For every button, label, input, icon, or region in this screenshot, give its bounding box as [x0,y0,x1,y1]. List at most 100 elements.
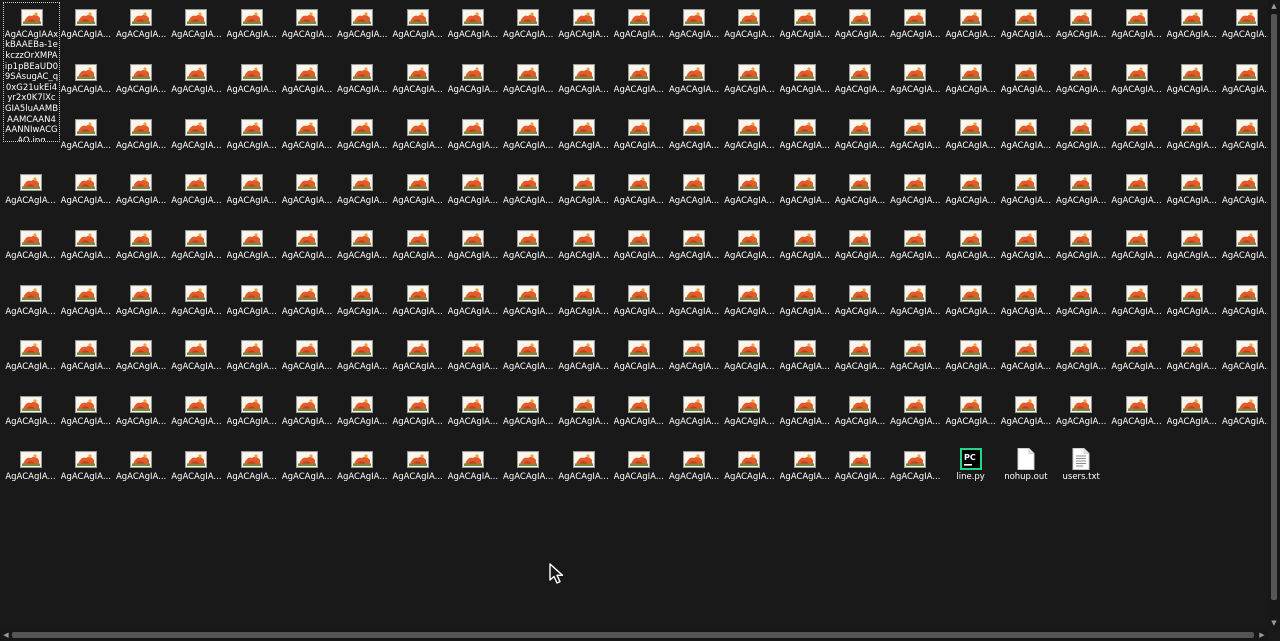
file-item[interactable]: AgACAgIA... [169,334,224,388]
file-item[interactable]: AgACAgIA... [667,168,722,222]
file-item[interactable]: AgACAgIA... [888,57,943,111]
file-item[interactable]: AgACAgIA... [556,334,611,388]
file-item[interactable]: AgACAgIA... [667,389,722,443]
file-item[interactable]: nohup.out [998,444,1053,498]
file-item[interactable]: AgACAgIA... [501,334,556,388]
file-item[interactable]: AgACAgIA... [556,279,611,333]
file-item[interactable]: AgACAgIA... [722,168,777,222]
file-item[interactable]: AgACAgIA... [280,334,335,388]
file-item[interactable]: AgACAgIA... [777,279,832,333]
file-item[interactable]: AgACAgIA... [998,168,1053,222]
file-item[interactable]: AgACAgIA... [556,57,611,111]
vertical-scroll-thumb[interactable] [1271,14,1277,600]
file-item[interactable]: AgACAgIA... [722,2,777,56]
file-item[interactable]: AgACAgIA... [335,57,390,111]
file-item[interactable]: AgACAgIA... [335,113,390,167]
file-item[interactable]: AgACAgIA... [943,223,998,277]
file-item[interactable]: AgACAgIA... [58,334,113,388]
file-item[interactable]: AgACAgIA... [58,57,113,111]
file-item[interactable]: AgACAgIA... [1220,113,1275,167]
file-item[interactable]: AgACAgIA... [611,389,666,443]
file-item[interactable]: AgACAgIA... [501,223,556,277]
file-item[interactable]: AgACAgIA... [335,168,390,222]
file-item[interactable]: AgACAgIA... [390,113,445,167]
file-item[interactable]: AgACAgIA... [1109,334,1164,388]
file-item[interactable]: AgACAgIA... [1164,168,1219,222]
file-item[interactable]: AgACAgIA... [224,334,279,388]
file-item[interactable]: AgACAgIA... [224,168,279,222]
file-item[interactable]: AgACAgIA... [114,279,169,333]
scroll-down-arrow-icon[interactable]: ▼ [1268,617,1280,629]
file-item[interactable]: AgACAgIA... [114,113,169,167]
file-item[interactable]: AgACAgIA... [224,223,279,277]
file-item[interactable]: AgACAgIA... [224,389,279,443]
file-item[interactable]: AgACAgIA... [556,168,611,222]
file-item[interactable] [3,57,58,111]
file-item[interactable]: AgACAgIA... [445,279,500,333]
file-item[interactable]: AgACAgIA... [556,389,611,443]
file-item[interactable]: AgACAgIA... [998,2,1053,56]
file-item[interactable]: AgACAgIA... [943,168,998,222]
file-item[interactable]: AgACAgIA... [169,223,224,277]
file-item[interactable]: AgACAgIA... [998,279,1053,333]
file-item[interactable]: AgACAgIA... [58,444,113,498]
file-item[interactable]: AgACAgIA... [501,168,556,222]
file-item[interactable]: AgACAgIA... [390,334,445,388]
file-item[interactable]: AgACAgIA... [445,2,500,56]
file-item[interactable]: AgACAgIA... [1054,334,1109,388]
file-item[interactable]: AgACAgIA... [722,279,777,333]
file-item[interactable]: AgACAgIA... [390,57,445,111]
file-item[interactable]: AgACAgIA... [943,389,998,443]
file-item[interactable]: AgACAgIA... [1109,279,1164,333]
file-item[interactable]: AgACAgIA... [1220,57,1275,111]
file-item[interactable]: AgACAgIA... [1164,2,1219,56]
file-item[interactable]: AgACAgIA... [998,334,1053,388]
file-item[interactable]: AgACAgIA... [943,334,998,388]
file-item[interactable]: AgACAgIA... [169,444,224,498]
file-item[interactable]: AgACAgIA... [445,113,500,167]
file-item[interactable]: AgACAgIA... [888,2,943,56]
file-item[interactable]: AgACAgIA... [777,2,832,56]
file-item[interactable]: AgACAgIA... [169,168,224,222]
file-item[interactable]: AgACAgIA... [1054,223,1109,277]
file-item[interactable]: AgACAgIA... [833,279,888,333]
file-item[interactable]: AgACAgIA... [501,389,556,443]
file-item[interactable]: AgACAgIA... [943,57,998,111]
file-item[interactable]: AgACAgIA... [280,2,335,56]
file-item[interactable]: AgACAgIA... [722,113,777,167]
file-item[interactable]: AgACAgIA... [390,168,445,222]
file-item[interactable]: AgACAgIA... [943,113,998,167]
file-item[interactable]: users.txt [1054,444,1109,498]
file-item[interactable]: AgACAgIA... [335,334,390,388]
file-item[interactable]: AgACAgIA... [611,334,666,388]
file-item[interactable]: AgACAgIA... [833,2,888,56]
file-item[interactable]: AgACAgIA... [1109,168,1164,222]
file-item[interactable]: AgACAgIA... [1054,57,1109,111]
file-item[interactable]: AgACAgIA... [998,57,1053,111]
vertical-scrollbar[interactable]: ▲ ▼ [1268,0,1280,629]
scroll-left-arrow-icon[interactable]: ◀ [0,629,12,641]
file-item[interactable]: AgACAgIA... [611,57,666,111]
file-item[interactable]: AgACAgIA... [1054,279,1109,333]
file-item[interactable]: AgACAgIA... [777,444,832,498]
file-item[interactable]: AgACAgIA... [888,279,943,333]
file-item[interactable]: AgACAgIA... [998,113,1053,167]
file-item[interactable]: AgACAgIA... [667,2,722,56]
file-item[interactable]: AgACAgIA... [777,113,832,167]
file-item[interactable]: AgACAgIA... [335,2,390,56]
file-item[interactable]: AgACAgIA... [888,444,943,498]
file-item[interactable]: AgACAgIA... [722,389,777,443]
file-item[interactable]: AgACAgIA... [998,389,1053,443]
file-item[interactable]: AgACAgIA... [1164,389,1219,443]
file-item[interactable]: AgACAgIA... [390,389,445,443]
file-item[interactable]: AgACAgIA... [169,279,224,333]
file-item[interactable]: AgACAgIA... [114,2,169,56]
horizontal-scroll-thumb[interactable] [12,632,1254,638]
file-item[interactable]: AgACAgIA... [777,57,832,111]
file-item[interactable]: AgACAgIA... [1109,57,1164,111]
file-item[interactable]: AgACAgIA... [833,57,888,111]
file-item[interactable]: PC line.py [943,444,998,498]
file-item[interactable]: AgACAgIA... [335,444,390,498]
file-item[interactable]: AgACAgIA... [556,444,611,498]
file-item[interactable]: AgACAgIA... [390,223,445,277]
